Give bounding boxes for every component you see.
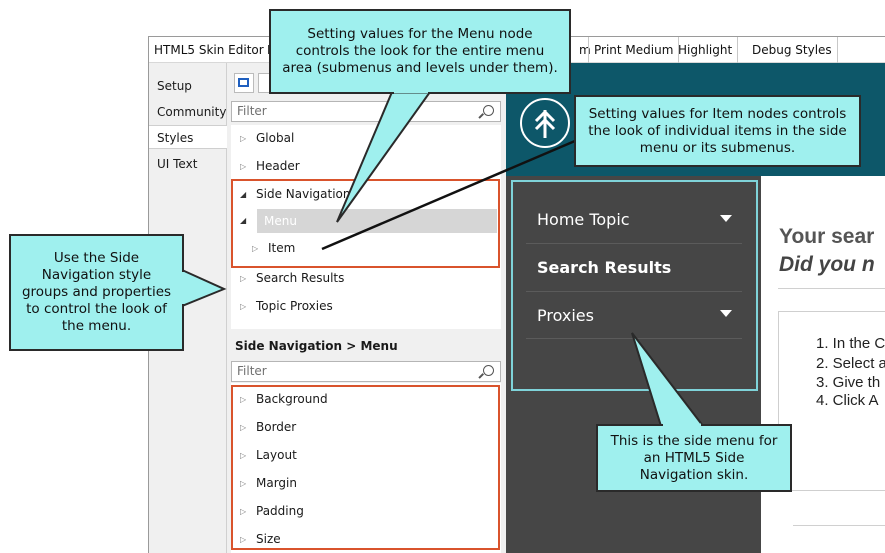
callout-tail-joins (181, 90, 701, 427)
